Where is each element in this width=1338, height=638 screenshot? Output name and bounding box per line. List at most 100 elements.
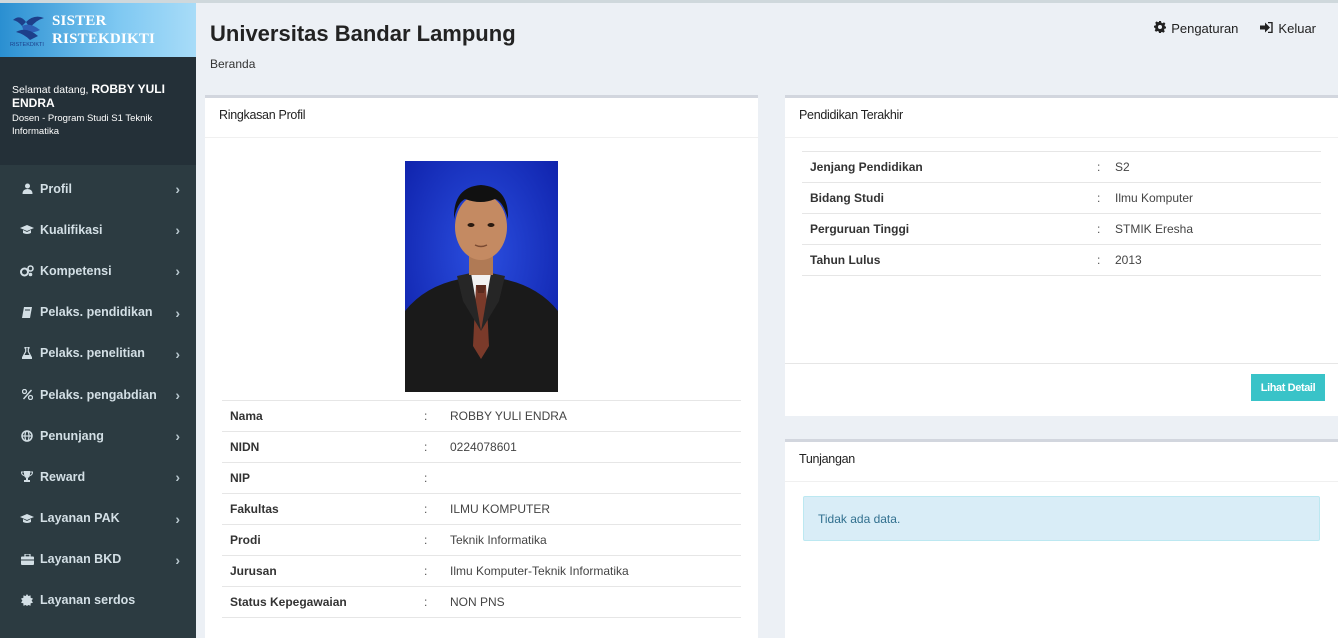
sidebar-item-label: Kualifikasi <box>40 222 103 237</box>
breadcrumb[interactable]: Beranda <box>210 57 255 71</box>
table-row: Status Kepegawaian : NON PNS <box>222 586 741 618</box>
chevron-right-icon: › <box>175 510 180 527</box>
education-key: Tahun Lulus <box>810 253 881 267</box>
cogs-icon <box>20 264 34 278</box>
sidebar-item-profil[interactable]: Profil › <box>0 168 196 209</box>
settings-link[interactable]: Pengaturan <box>1154 21 1238 36</box>
trophy-icon <box>20 470 34 484</box>
sidebar-item-label: Reward <box>40 469 86 484</box>
profile-photo <box>405 161 558 392</box>
allowance-box: Tunjangan Tidak ada data. <box>785 439 1338 638</box>
logo-line-2: RISTEKDIKTI <box>52 31 156 47</box>
profile-sep: : <box>424 471 428 485</box>
sidebar-item-label: Kompetensi <box>40 263 112 278</box>
education-box-footer: Lihat Detail <box>785 363 1338 419</box>
logout-icon <box>1260 21 1274 36</box>
sidebar-item-penunjang[interactable]: Penunjang › <box>0 415 196 456</box>
sidebar-item-pelaks-pengabdian[interactable]: Pelaks. pengabdian › <box>0 374 196 415</box>
sidebar-item-layanan-serdos[interactable]: Layanan serdos <box>0 580 196 621</box>
page-header: Universitas Bandar Lampung Beranda Penga… <box>196 0 1338 90</box>
profile-key: Prodi <box>230 533 261 547</box>
profile-value: 0224078601 <box>450 440 517 454</box>
education-sep: : <box>1097 253 1101 267</box>
chevron-right-icon: › <box>175 263 180 280</box>
education-value: STMIK Eresha <box>1115 222 1194 236</box>
sidebar-item-pelaks-pendidikan[interactable]: Pelaks. pendidikan › <box>0 292 196 333</box>
profile-value: NON PNS <box>450 595 505 609</box>
user-icon <box>20 182 34 196</box>
certificate-icon <box>20 593 34 607</box>
sidebar-item-layanan-bkd[interactable]: Layanan BKD › <box>0 539 196 580</box>
globe-icon <box>20 429 34 443</box>
profile-value: Teknik Informatika <box>450 533 547 547</box>
sidebar-item-label: Penunjang <box>40 428 104 443</box>
chevron-right-icon: › <box>175 386 180 403</box>
profile-value: ROBBY YULI ENDRA <box>450 409 567 423</box>
top-nav: Pengaturan Keluar <box>1154 21 1316 36</box>
profile-key: Status Kepegawaian <box>230 595 347 609</box>
education-key: Jenjang Pendidikan <box>810 160 923 174</box>
profile-key: NIDN <box>230 440 260 454</box>
sidebar-item-reward[interactable]: Reward › <box>0 456 196 497</box>
profile-value <box>450 463 741 494</box>
empty-state-alert: Tidak ada data. <box>803 496 1320 541</box>
user-panel: Selamat datang, ROBBY YULI ENDRA Dosen -… <box>0 57 196 165</box>
table-row: Nama : ROBBY YULI ENDRA <box>222 400 741 432</box>
education-sep: : <box>1097 222 1101 236</box>
percent-icon <box>20 388 34 402</box>
flask-icon <box>20 346 34 360</box>
chevron-right-icon: › <box>175 469 180 486</box>
graduation-cap-icon <box>20 511 34 525</box>
profile-value: ILMU KOMPUTER <box>450 502 551 516</box>
education-value: S2 <box>1115 160 1130 174</box>
table-row: Jenjang Pendidikan : S2 <box>802 151 1321 183</box>
user-role: Dosen - Program Studi S1 Teknik Informat… <box>12 113 153 137</box>
logo-small-text: RISTEKDIKTI <box>10 42 44 48</box>
chevron-right-icon: › <box>175 222 180 239</box>
chevron-right-icon: › <box>175 304 180 321</box>
profile-summary-box: Ringkasan Profil Nama: ROBBY YULI ENDRA… <box>205 95 758 638</box>
logout-label: Keluar <box>1278 21 1316 36</box>
profile-key: Fakultas <box>230 502 279 516</box>
profile-sep: : <box>424 440 428 454</box>
table-row: Tahun Lulus : 2013 <box>802 244 1321 276</box>
sidebar-item-label: Profil <box>40 181 72 196</box>
sidebar-item-layanan-pak[interactable]: Layanan PAK › <box>0 498 196 539</box>
sidebar-item-label: Layanan BKD <box>40 552 122 567</box>
profile-sep: : <box>424 409 428 423</box>
sidebar-item-kualifikasi[interactable]: Kualifikasi › <box>0 209 196 250</box>
education-box: Pendidikan Terakhir Jenjang Pendidikan :… <box>785 95 1338 416</box>
sidebar-item-pelaks-penelitian[interactable]: Pelaks. penelitian › <box>0 333 196 374</box>
allowance-box-title: Tunjangan <box>785 442 1338 482</box>
education-table: Jenjang Pendidikan : S2 Bidang Studi : I… <box>802 151 1321 276</box>
profile-sep: : <box>424 595 428 609</box>
sidebar: RISTEKDIKTI SISTER RISTEKDIKTI Selamat d… <box>0 0 196 638</box>
education-key: Bidang Studi <box>810 191 884 205</box>
table-row: Perguruan Tinggi : STMIK Eresha <box>802 213 1321 245</box>
education-box-title: Pendidikan Terakhir <box>785 98 1338 138</box>
sidebar-item-label: Pelaks. pengabdian <box>40 387 157 402</box>
chevron-right-icon: › <box>175 345 180 362</box>
settings-label: Pengaturan <box>1171 21 1239 36</box>
profile-sep: : <box>424 564 428 578</box>
briefcase-icon <box>20 552 34 566</box>
profile-box-title: Ringkasan Profil <box>205 98 758 138</box>
app-logo[interactable]: RISTEKDIKTI SISTER RISTEKDIKTI <box>0 3 196 57</box>
ristekdikti-logo-icon: RISTEKDIKTI <box>10 12 48 48</box>
sidebar-item-label: Layanan PAK <box>40 511 120 526</box>
chevron-right-icon: › <box>175 428 180 445</box>
table-row: Jurusan : Ilmu Komputer-Teknik Informati… <box>222 555 741 587</box>
table-row: Prodi : Teknik Informatika <box>222 524 741 556</box>
education-value: Ilmu Komputer <box>1115 191 1194 205</box>
profile-sep: : <box>424 502 428 516</box>
logout-link[interactable]: Keluar <box>1260 21 1316 36</box>
sidebar-menu: Profil › Kualifikasi › Kompetensi › Pela… <box>0 168 196 621</box>
page-title: Universitas Bandar Lampung <box>210 21 516 46</box>
sidebar-item-kompetensi[interactable]: Kompetensi › <box>0 250 196 291</box>
book-icon <box>20 305 34 319</box>
profile-table: Nama : ROBBY YULI ENDRA NIDN : 022407860… <box>222 400 741 618</box>
welcome-text: Selamat datang, ROBBY YULI ENDRA <box>12 83 184 111</box>
education-value: 2013 <box>1115 253 1142 267</box>
profile-key: NIP <box>230 471 251 485</box>
view-detail-button[interactable]: Lihat Detail <box>1251 374 1325 401</box>
